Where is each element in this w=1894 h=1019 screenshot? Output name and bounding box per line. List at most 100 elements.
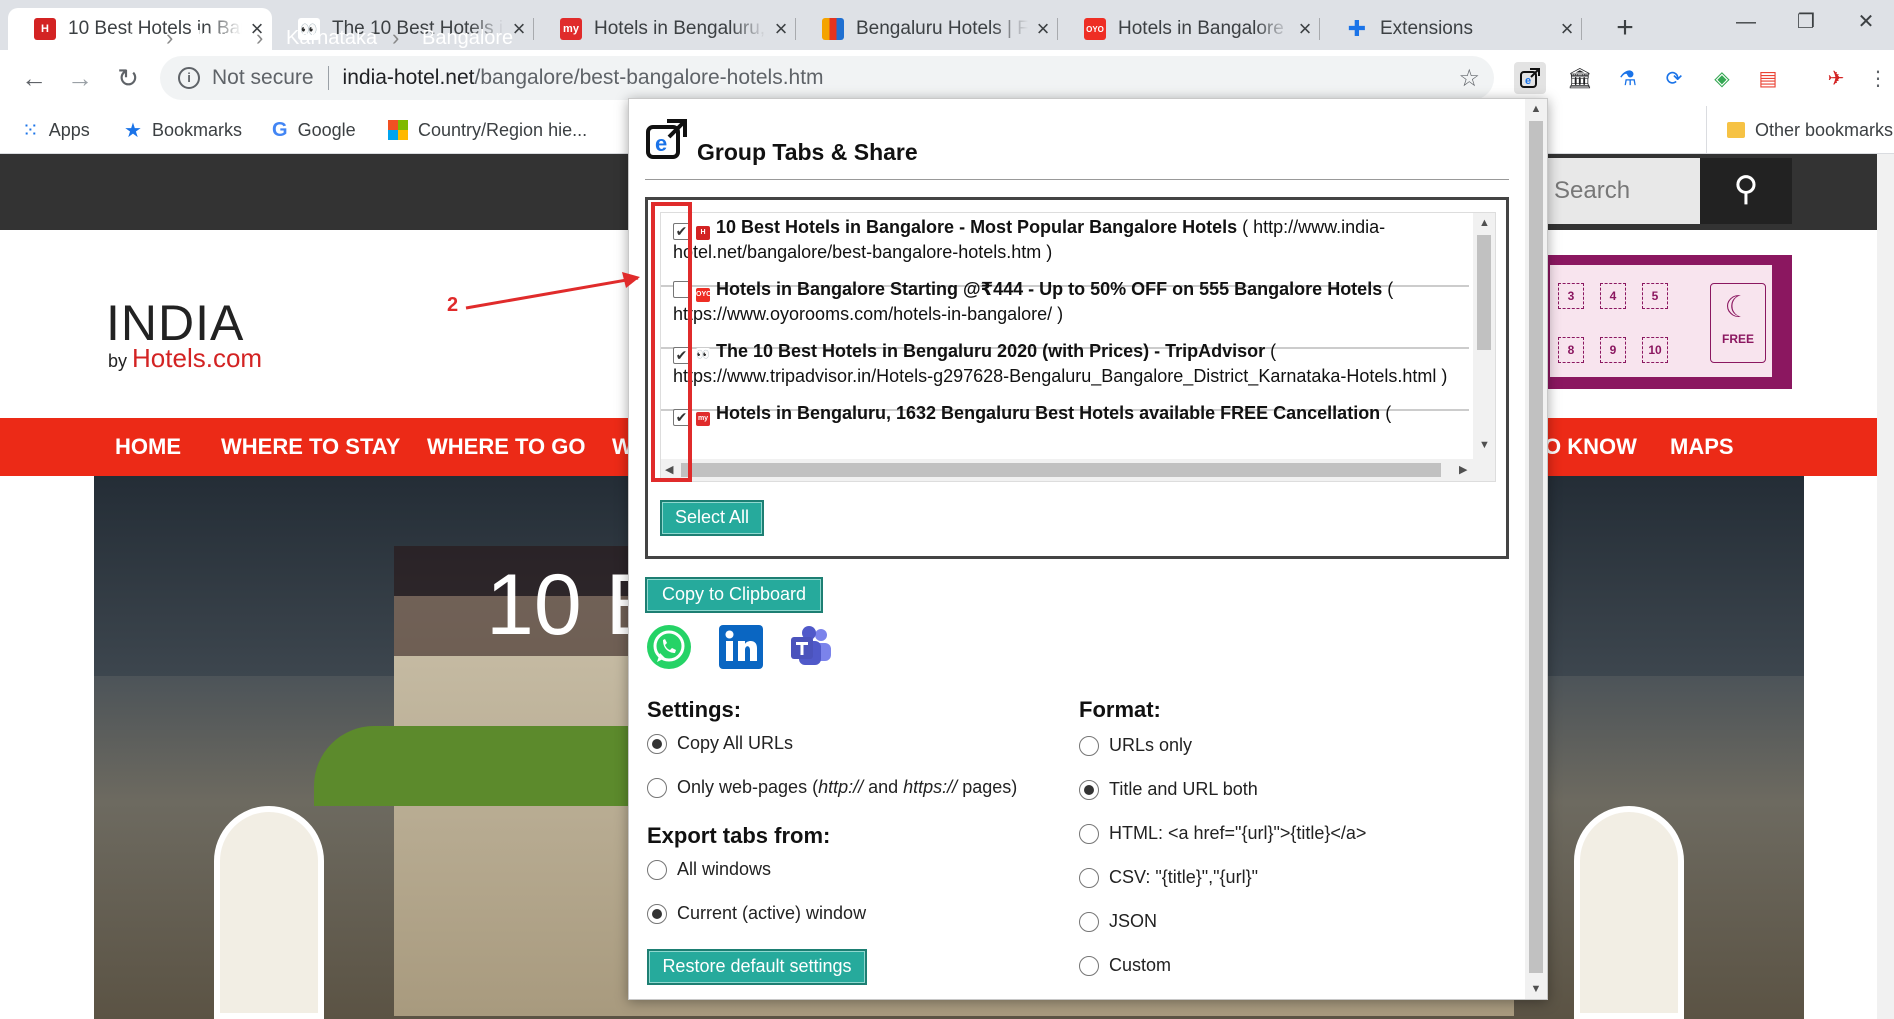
tab-close-icon[interactable]: × — [1290, 16, 1320, 42]
bookmark-country-region[interactable]: Country/Region hie... — [388, 106, 587, 154]
scroll-up-arrow-icon[interactable]: ▲ — [1479, 217, 1490, 229]
radio-current-window[interactable]: Current (active) window — [647, 903, 866, 924]
tab-list[interactable]: ✔ H 10 Best Hotels in Bangalore - Most Pop… — [660, 212, 1496, 482]
star-icon: ★ — [124, 119, 142, 142]
new-tab-button[interactable]: + — [1604, 8, 1646, 50]
group-tabs-share-extension-icon[interactable]: e — [1514, 62, 1546, 94]
logo-by-text: by — [108, 351, 128, 371]
option-label-part: pages) — [957, 777, 1018, 797]
breadcrumb-bangalore[interactable]: Bangalore — [422, 0, 513, 76]
tab-list-horizontal-scrollbar[interactable]: ◀ ▶ — [661, 459, 1475, 481]
tab-close-icon[interactable]: × — [1028, 16, 1058, 42]
promo-night-cell: 10 — [1642, 337, 1668, 363]
radio-urls-only[interactable]: URLs only — [1079, 735, 1192, 756]
tab-close-icon[interactable]: × — [766, 16, 796, 42]
other-bookmarks[interactable]: Other bookmarks — [1706, 106, 1893, 154]
copy-to-clipboard-button[interactable]: Copy to Clipboard — [645, 577, 823, 613]
chevron-right-icon: › — [256, 25, 264, 50]
whatsapp-icon[interactable] — [645, 623, 693, 671]
browser-tab[interactable]: ✚ Extensions × — [1320, 8, 1582, 50]
search-icon[interactable]: ⚲ — [1700, 158, 1792, 224]
radio-button-selected[interactable] — [647, 733, 667, 754]
radio-button-selected[interactable] — [1079, 779, 1099, 800]
page-scrollbar[interactable] — [1877, 154, 1894, 1019]
nav-where-to-stay[interactable]: WHERE TO STAY — [221, 418, 400, 476]
linkedin-icon[interactable] — [717, 623, 765, 671]
annotation-arrow-icon — [465, 272, 640, 310]
option-label: JSON — [1109, 911, 1158, 931]
bookmark-apps[interactable]: ⁙ Apps — [22, 106, 90, 154]
maximize-button[interactable]: ❐ — [1776, 0, 1836, 44]
nav-maps[interactable]: MAPS — [1670, 418, 1734, 476]
radio-custom-format[interactable]: Custom — [1079, 955, 1171, 976]
scroll-right-arrow-icon[interactable]: ▶ — [1459, 463, 1467, 476]
annotation-number: 2 — [447, 294, 459, 316]
radio-title-and-url[interactable]: Title and URL both — [1079, 779, 1258, 800]
radio-json-format[interactable]: JSON — [1079, 911, 1157, 932]
forward-arrow-icon[interactable]: → — [62, 60, 98, 96]
svg-text:e: e — [1525, 75, 1531, 87]
tab-item-title: 10 Best Hotels in Bangalore - Most Popul… — [716, 217, 1238, 237]
bookmark-star-icon[interactable]: ☆ — [1458, 64, 1480, 93]
apps-grid-icon: ⁙ — [22, 119, 39, 142]
minimize-button[interactable]: — — [1716, 0, 1776, 44]
radio-button[interactable] — [1079, 911, 1099, 932]
tab-item-title: The 10 Best Hotels in Bengaluru 2020 (wi… — [716, 341, 1266, 361]
radio-button[interactable] — [1079, 735, 1099, 756]
promo-panel: 3 4 5 8 9 10 ☾ FREE — [1550, 265, 1772, 377]
browser-tab[interactable]: OYO Hotels in Bangalore Starting × — [1058, 8, 1320, 50]
option-label: Only web-pages (http:// and https:// pag… — [677, 777, 1017, 798]
radio-button[interactable] — [1079, 823, 1099, 844]
popup-scroll-thumb[interactable] — [1529, 121, 1543, 973]
folder-icon — [1727, 122, 1745, 138]
restore-default-settings-button[interactable]: Restore default settings — [647, 949, 867, 985]
colorful-extension-icon[interactable]: ◈ — [1706, 62, 1738, 94]
temple-extension-icon[interactable]: 🏛 — [1564, 62, 1596, 94]
chrome-menu-icon[interactable]: ⋮ — [1866, 62, 1890, 94]
radio-button[interactable] — [647, 859, 667, 880]
scroll-down-arrow-icon[interactable]: ▼ — [1479, 439, 1490, 451]
annotation-highlight-box — [651, 202, 692, 482]
close-window-button[interactable]: ✕ — [1836, 0, 1894, 44]
radio-button[interactable] — [647, 777, 667, 798]
option-label: HTML: <a href="{url}">{title}</a> — [1109, 823, 1367, 843]
nav-home[interactable]: HOME — [115, 418, 181, 476]
sync-extension-icon[interactable]: ⟳ — [1658, 62, 1690, 94]
microsoft-teams-icon[interactable] — [787, 623, 835, 671]
scroll-up-arrow-icon[interactable]: ▲ — [1525, 103, 1547, 115]
site-logo-by[interactable]: by Hotels.com — [108, 343, 262, 374]
vertical-scroll-thumb[interactable] — [1477, 235, 1491, 350]
flask-extension-icon[interactable]: ⚗ — [1612, 62, 1644, 94]
radio-all-windows[interactable]: All windows — [647, 859, 771, 880]
option-label-em: https:// — [903, 777, 958, 797]
horizontal-scroll-thumb[interactable] — [681, 463, 1441, 477]
radio-html-format[interactable]: HTML: <a href="{url}">{title}</a> — [1079, 823, 1366, 844]
radio-only-web-pages[interactable]: Only web-pages (http:// and https:// pag… — [647, 777, 1017, 798]
breadcrumb-karnataka[interactable]: Karnataka — [286, 0, 377, 76]
bookmark-google[interactable]: G Google — [272, 106, 356, 154]
radio-button[interactable] — [1079, 955, 1099, 976]
radio-button[interactable] — [1079, 867, 1099, 888]
promo-banner[interactable]: 3 4 5 8 9 10 ☾ FREE — [1540, 255, 1792, 389]
select-all-button[interactable]: Select All — [660, 500, 764, 536]
breadcrumb-asia[interactable]: Asia — [110, 0, 149, 76]
tab-list-vertical-scrollbar[interactable]: ▲ ▼ — [1473, 213, 1495, 481]
tab-title: Hotels in Bangalore Starting — [1118, 18, 1290, 39]
popup-scrollbar[interactable]: ▲ ▼ — [1525, 99, 1547, 999]
tab-close-icon[interactable]: × — [1552, 16, 1582, 42]
back-arrow-icon[interactable]: ← — [16, 60, 52, 96]
bookmark-bookmarks[interactable]: ★ Bookmarks — [124, 106, 242, 154]
flag-extension-icon[interactable]: ✈ — [1820, 62, 1852, 94]
promo-night-cell: 3 — [1558, 283, 1584, 309]
browser-tab[interactable]: my Hotels in Bengaluru, 1632 Bengaluru × — [534, 8, 796, 50]
office-extension-icon[interactable]: ▤ — [1752, 62, 1784, 94]
browser-tab[interactable]: Bengaluru Hotels | Find × — [796, 8, 1058, 50]
radio-copy-all-urls[interactable]: Copy All URLs — [647, 733, 793, 754]
radio-csv-format[interactable]: CSV: "{title}","{url}" — [1079, 867, 1258, 888]
radio-button-selected[interactable] — [647, 903, 667, 924]
option-label: Current (active) window — [677, 903, 867, 923]
breadcrumb-india[interactable]: India — [196, 0, 239, 76]
nav-where-to-go[interactable]: WHERE TO GO — [427, 418, 586, 476]
nav-need-to-know[interactable]: O KNOW — [1544, 418, 1637, 476]
scroll-down-arrow-icon[interactable]: ▼ — [1525, 983, 1547, 995]
